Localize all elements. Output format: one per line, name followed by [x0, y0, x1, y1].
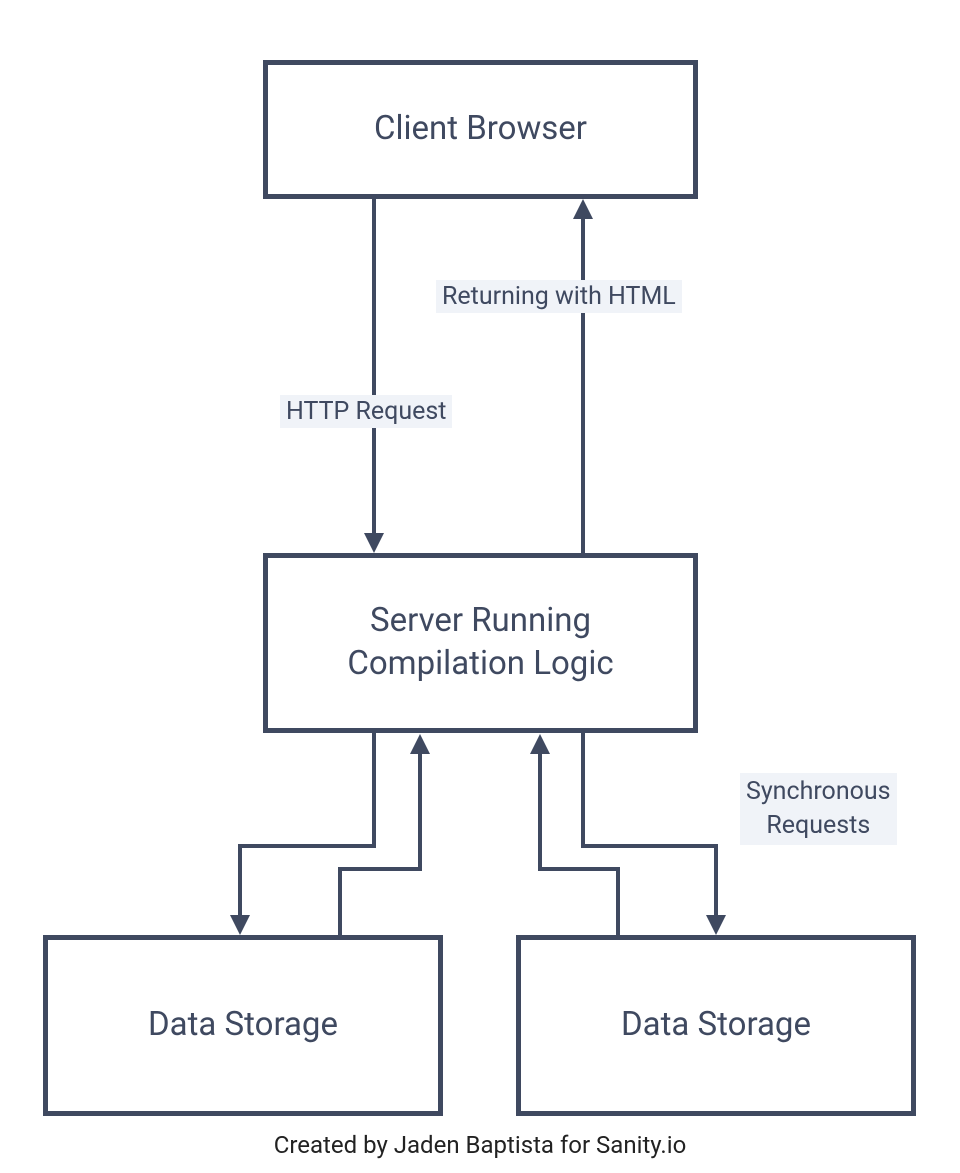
box-data-storage-2-label: Data Storage	[621, 1004, 811, 1047]
edge-storage2-to-server-up	[540, 738, 618, 935]
box-data-storage-1: Data Storage	[43, 935, 443, 1116]
box-data-storage-2: Data Storage	[516, 935, 916, 1116]
box-client-browser-label: Client Browser	[374, 108, 587, 151]
box-server-label: Server Running Compilation Logic	[288, 600, 673, 686]
label-returning-html: Returning with HTML	[436, 280, 682, 313]
edge-server-to-storage2-down	[583, 733, 716, 931]
label-http-request: HTTP Request	[280, 395, 452, 428]
box-data-storage-1-label: Data Storage	[148, 1004, 338, 1047]
attribution-text: Created by Jaden Baptista for Sanity.io	[0, 1131, 960, 1159]
edge-storage1-to-server-up	[340, 738, 420, 935]
label-sync-requests: Synchronous Requests	[740, 773, 897, 845]
edge-server-to-storage1-down	[240, 733, 374, 931]
box-client-browser: Client Browser	[263, 60, 698, 199]
diagram-canvas: Client Browser Server Running Compilatio…	[0, 0, 960, 1173]
box-server: Server Running Compilation Logic	[263, 553, 698, 733]
